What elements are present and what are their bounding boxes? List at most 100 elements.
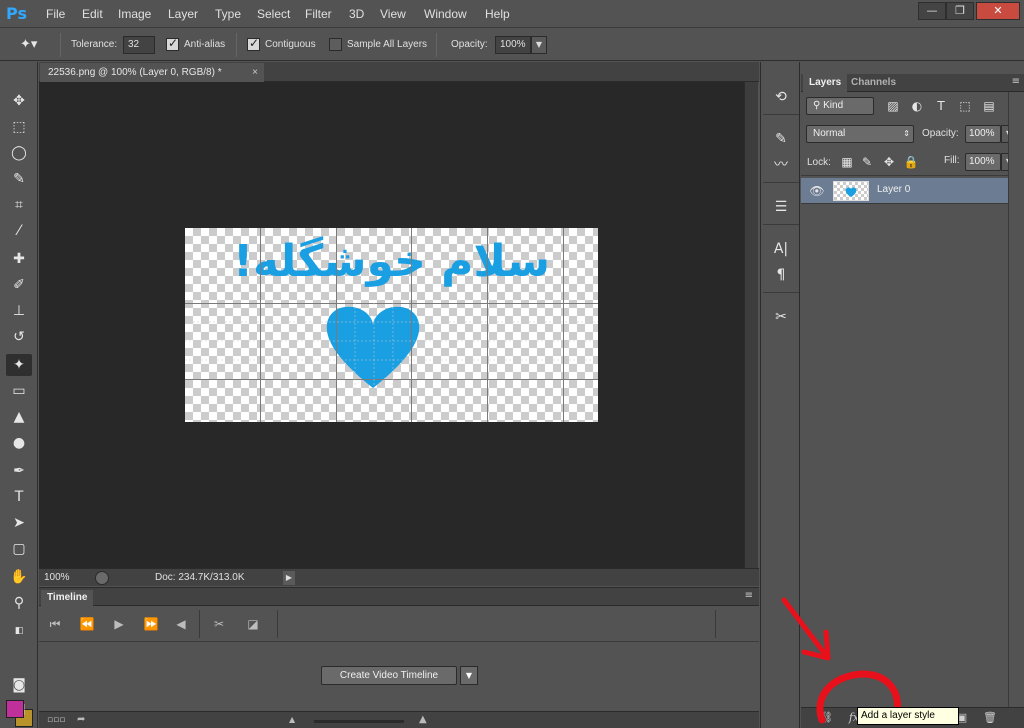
create-timeline-dropdown-icon[interactable]: ▼: [460, 666, 478, 685]
crop-tool-icon[interactable]: ⌗: [6, 194, 32, 216]
gradient-tool-icon[interactable]: ▭: [6, 380, 32, 402]
close-button[interactable]: ✕: [976, 2, 1020, 20]
opacity-dropdown-icon[interactable]: ▼: [531, 36, 547, 54]
eye-icon[interactable]: 👁: [809, 183, 825, 199]
menu-file[interactable]: File: [46, 7, 65, 21]
adjustment-filter-icon[interactable]: ◐: [909, 98, 925, 114]
status-menu-arrow-icon[interactable]: ▶: [283, 571, 295, 585]
marquee-tool-icon[interactable]: ⬚: [6, 116, 32, 138]
status-info-icon[interactable]: [95, 571, 109, 585]
zoom-tool-icon[interactable]: ⚲: [6, 592, 32, 614]
next-frame-icon[interactable]: ⏩: [141, 616, 161, 632]
menu-filter[interactable]: Filter: [305, 7, 332, 21]
layers-panel-tabs: Layers Channels ≡: [801, 74, 1024, 92]
frames-icon[interactable]: ▫▫▫: [47, 715, 65, 725]
menu-view[interactable]: View: [380, 7, 406, 21]
close-tab-icon[interactable]: ×: [252, 63, 258, 82]
split-scissors-icon[interactable]: ✂: [209, 616, 229, 632]
healing-brush-tool-icon[interactable]: ✚: [6, 248, 32, 270]
timeline-menu-icon[interactable]: ≡: [745, 590, 753, 601]
layers-scrollbar[interactable]: [1008, 92, 1024, 707]
brush-tool-icon[interactable]: ✐: [6, 274, 32, 296]
convert-icon[interactable]: ➦: [77, 714, 85, 725]
contiguous-checkbox[interactable]: [247, 36, 260, 51]
tool-presets-icon[interactable]: ✂: [769, 306, 793, 328]
dodge-tool-icon[interactable]: ●: [6, 432, 32, 454]
play-icon[interactable]: ▶: [109, 616, 129, 632]
menu-3d[interactable]: 3D: [349, 7, 364, 21]
brush-panel-icon[interactable]: 〰: [769, 154, 793, 176]
tolerance-input[interactable]: 32: [123, 36, 155, 54]
foreground-color-swatch[interactable]: [6, 700, 24, 718]
panel-menu-icon[interactable]: ≡: [1012, 76, 1020, 87]
create-video-timeline-button[interactable]: Create Video Timeline: [321, 666, 457, 685]
divider: [763, 182, 799, 183]
minimize-button[interactable]: —: [918, 2, 946, 20]
history-brush-tool-icon[interactable]: ↺: [6, 326, 32, 348]
menu-image[interactable]: Image: [118, 7, 151, 21]
anti-alias-checkbox[interactable]: [166, 36, 179, 51]
transition-icon[interactable]: ◪: [243, 616, 263, 632]
tab-timeline[interactable]: Timeline: [41, 590, 94, 606]
tab-layers[interactable]: Layers: [803, 74, 848, 92]
menu-help[interactable]: Help: [485, 7, 510, 21]
lock-label: Lock:: [807, 157, 831, 168]
character-panel-icon[interactable]: A|: [769, 238, 793, 260]
zoom-level[interactable]: 100%: [44, 572, 70, 583]
swap-colors-icon[interactable]: ◧: [6, 620, 32, 642]
shape-tool-icon[interactable]: ▢: [6, 538, 32, 560]
paragraph-panel-icon[interactable]: ¶: [769, 264, 793, 286]
menu-type[interactable]: Type: [215, 7, 241, 21]
type-filter-icon[interactable]: T: [933, 98, 949, 114]
smart-object-filter-icon[interactable]: ▤: [981, 98, 997, 114]
divider: [763, 292, 799, 293]
pixel-filter-icon[interactable]: ▨: [885, 98, 901, 114]
shape-filter-icon[interactable]: ⬚: [957, 98, 973, 114]
delete-layer-icon[interactable]: 🗑: [983, 711, 997, 725]
sample-all-layers-checkbox[interactable]: [329, 38, 342, 51]
move-tool-icon[interactable]: ✥: [6, 90, 32, 112]
tab-channels[interactable]: Channels: [845, 74, 902, 92]
zoom-out-icon[interactable]: ▲: [289, 715, 295, 724]
lock-image-icon[interactable]: ✎: [859, 154, 875, 170]
lasso-tool-icon[interactable]: ◯: [6, 142, 32, 164]
hand-tool-icon[interactable]: ✋: [6, 566, 32, 588]
audio-icon[interactable]: ◀: [171, 616, 191, 632]
contiguous-label: Contiguous: [265, 39, 316, 50]
layer-row[interactable]: 👁 Layer 0: [801, 178, 1008, 204]
magic-wand-tool-icon[interactable]: ✦: [6, 354, 32, 376]
menu-window[interactable]: Window: [424, 7, 467, 21]
previous-frame-icon[interactable]: ⏪: [77, 616, 97, 632]
type-tool-icon[interactable]: T: [6, 486, 32, 508]
history-panel-icon[interactable]: ⟲: [769, 86, 793, 108]
filter-kind-dropdown[interactable]: ⚲ Kind: [806, 97, 874, 115]
blur-tool-icon[interactable]: ▲: [6, 406, 32, 428]
layer-opacity-input[interactable]: 100%: [965, 125, 1001, 143]
magic-wand-icon[interactable]: ✦▾: [20, 37, 44, 53]
opacity-input[interactable]: 100%: [495, 36, 531, 54]
image-canvas[interactable]: سلام خوشگله!: [185, 228, 598, 422]
zoom-in-icon[interactable]: ▲: [419, 714, 427, 725]
properties-icon[interactable]: ☰: [769, 196, 793, 218]
lock-position-icon[interactable]: ✥: [881, 154, 897, 170]
menu-edit[interactable]: Edit: [82, 7, 103, 21]
clone-stamp-tool-icon[interactable]: ⊥: [6, 300, 32, 322]
lock-all-icon[interactable]: 🔒: [903, 154, 919, 170]
menu-select[interactable]: Select: [257, 7, 290, 21]
first-frame-icon[interactable]: ⏮: [45, 616, 65, 632]
blend-mode-dropdown[interactable]: Normal ⇕: [806, 125, 914, 143]
quick-selection-tool-icon[interactable]: ✎: [6, 168, 32, 190]
canvas-scrollbar[interactable]: [744, 82, 758, 568]
quick-mask-icon[interactable]: ◙: [6, 674, 32, 696]
brush-presets-icon[interactable]: ✎: [769, 128, 793, 150]
zoom-slider[interactable]: [314, 720, 404, 723]
path-selection-tool-icon[interactable]: ➤: [6, 512, 32, 534]
eyedropper-tool-icon[interactable]: ⁄: [6, 220, 32, 242]
restore-button[interactable]: ❐: [946, 2, 974, 20]
annotation-arrow: [781, 597, 831, 661]
menu-layer[interactable]: Layer: [168, 7, 198, 21]
pen-tool-icon[interactable]: ✒: [6, 460, 32, 482]
document-tab[interactable]: 22536.png @ 100% (Layer 0, RGB/8) * ×: [40, 63, 264, 82]
lock-transparent-icon[interactable]: ▦: [839, 154, 855, 170]
fill-input[interactable]: 100%: [965, 153, 1001, 171]
